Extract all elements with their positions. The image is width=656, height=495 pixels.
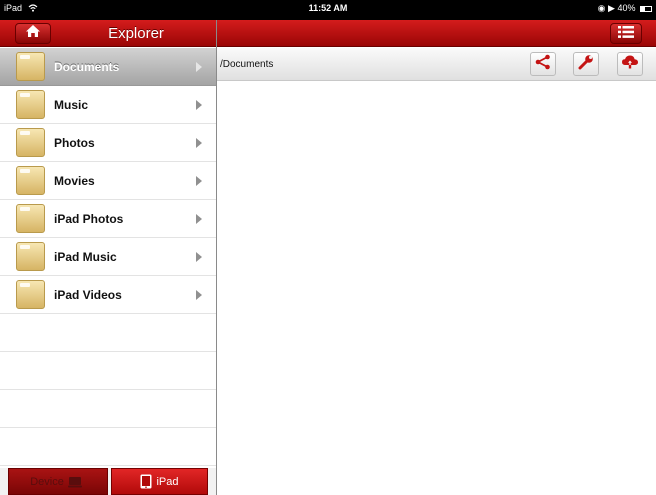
sidebar-item-label: iPad Videos [54,288,122,302]
device-tab-label: Device [30,475,64,488]
battery-percent: 40% [617,3,636,13]
right-navigation-bar [217,20,656,47]
status-time: 11:52 AM [308,3,348,13]
folder-icon [16,90,45,119]
empty-row [0,390,216,428]
current-path: /Documents [220,59,274,70]
chevron-right-icon [196,176,202,186]
home-icon [25,24,41,43]
chevron-right-icon [196,138,202,148]
home-button[interactable] [15,23,51,44]
chevron-right-icon [196,214,202,224]
device-icon [67,476,82,488]
sidebar-item-ipad-photos[interactable]: iPad Photos [0,200,216,238]
menu-button[interactable] [610,23,642,44]
explorer-title: Explorer [108,25,164,42]
ipad-icon [140,474,152,489]
sidebar-item-ipad-videos[interactable]: iPad Videos [0,276,216,314]
play-icon: ▶ [608,3,615,13]
ipad-tab[interactable]: iPad [111,468,208,495]
share-icon [535,54,551,75]
folder-icon [16,204,45,233]
empty-row [0,428,216,466]
battery-icon [640,6,652,12]
sidebar-item-movies[interactable]: Movies [0,162,216,200]
sidebar-item-label: Documents [54,60,120,74]
sidebar-item-documents[interactable]: Documents [0,48,216,86]
path-toolbar: /Documents [217,48,656,81]
folder-icon [16,52,45,81]
device-tab[interactable]: Device [8,468,108,495]
sidebar-item-photos[interactable]: Photos [0,124,216,162]
wrench-icon [578,54,594,75]
lock-rotation-icon: ◉ [597,3,606,13]
upload-button[interactable] [617,52,643,76]
tools-button[interactable] [573,52,599,76]
empty-row [0,352,216,390]
status-right: ◉ ▶ 40% [598,3,652,14]
sidebar-item-label: iPad Photos [54,212,124,226]
sidebar-item-label: Photos [54,136,95,150]
share-button[interactable] [530,52,556,76]
chevron-right-icon [196,100,202,110]
empty-row [0,314,216,352]
left-navigation-bar: Explorer [0,20,216,47]
chevron-right-icon [196,290,202,300]
sidebar-item-label: Music [54,98,89,112]
folder-icon [16,166,45,195]
chevron-right-icon [196,252,202,262]
folder-icon [16,280,45,309]
source-switcher: Device iPad [0,468,216,495]
ipad-tab-label: iPad [156,475,179,488]
list-menu-icon [618,25,634,43]
cloud-upload-icon [621,54,639,75]
file-content-area[interactable] [217,82,656,495]
sidebar-item-label: Movies [54,174,95,188]
sidebar-item-ipad-music[interactable]: iPad Music [0,238,216,276]
sidebar-item-label: iPad Music [54,250,117,264]
status-bar: iPad 11:52 AM ◉ ▶ 40% [0,0,656,20]
sidebar: Documents Music Photos Movies iPad Photo… [0,48,216,468]
chevron-right-icon [196,62,202,72]
folder-icon [16,128,45,157]
folder-icon [16,242,45,271]
sidebar-item-music[interactable]: Music [0,86,216,124]
